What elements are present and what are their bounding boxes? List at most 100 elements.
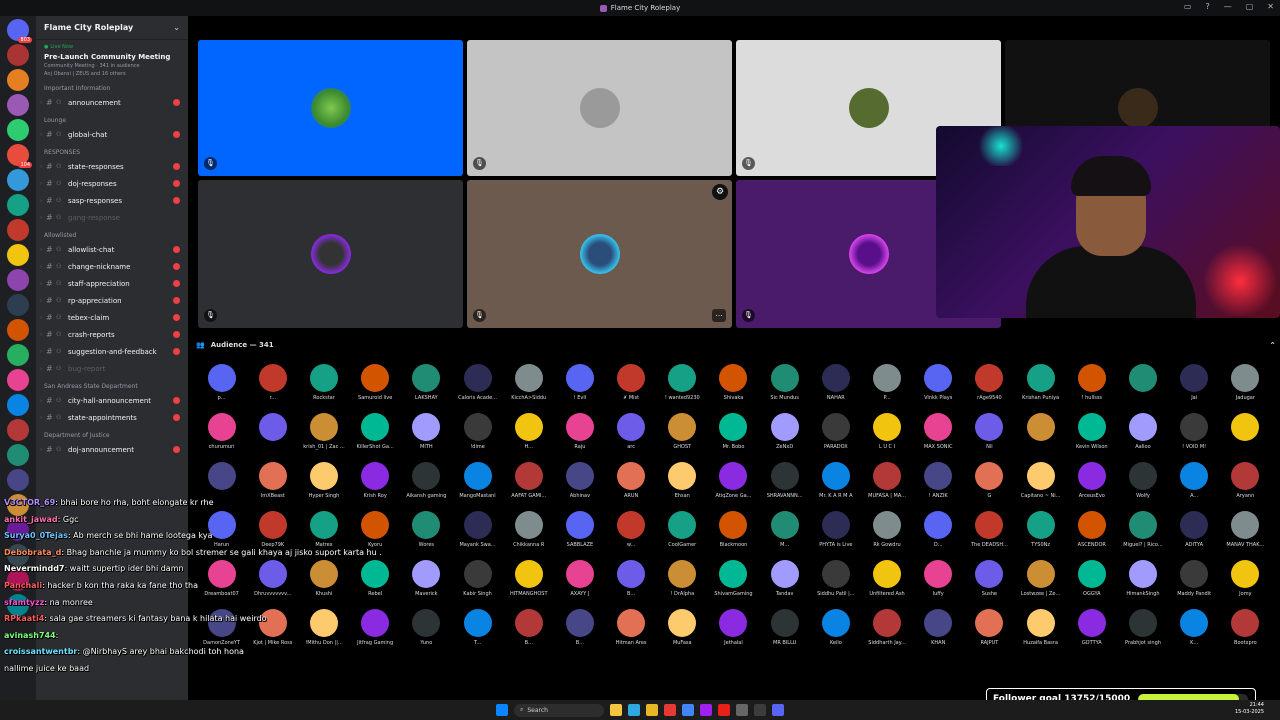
audience-member[interactable]: P... (861, 364, 912, 413)
speaker-tile[interactable]: 🎙 (467, 40, 732, 176)
audience-member[interactable] (1220, 413, 1271, 462)
audience-member[interactable]: KHAN (913, 609, 964, 658)
audience-member[interactable]: D... (913, 511, 964, 560)
audience-member[interactable]: Ehsan (657, 462, 708, 511)
settings-icon[interactable]: ⚙ (712, 184, 728, 200)
app-icon[interactable] (718, 704, 730, 716)
channel-item[interactable]: › # ⚇ rp-appreciation (36, 292, 188, 309)
audience-member[interactable]: Yuno (401, 609, 452, 658)
audience-member[interactable]: NAHAR (810, 364, 861, 413)
audience-member[interactable]: Keilo (810, 609, 861, 658)
audience-member[interactable]: KicchA>Siddu (503, 364, 554, 413)
audience-member[interactable]: HimankSingh (1117, 560, 1168, 609)
channel-item[interactable]: › # ⚇ city-hall-announcement (36, 392, 188, 409)
audience-member[interactable]: ADITYA (1169, 511, 1220, 560)
channel-item[interactable]: › # ⚇ state-appointments (36, 409, 188, 426)
audience-member[interactable]: rAge9540 (964, 364, 1015, 413)
audience-member[interactable]: !Mithu Don ||... (298, 609, 349, 658)
audience-member[interactable]: ! ANZIK (913, 462, 964, 511)
audience-member[interactable]: Jethalal (708, 609, 759, 658)
server-icon[interactable] (7, 169, 29, 191)
app-icon[interactable] (700, 704, 712, 716)
channel-item[interactable]: › # ⚇ staff-appreciation (36, 275, 188, 292)
audience-member[interactable]: luffy (913, 560, 964, 609)
audience-member[interactable] (1117, 364, 1168, 413)
server-icon[interactable] (7, 219, 29, 241)
audience-member[interactable]: Raju (554, 413, 605, 462)
audience-member[interactable]: Mr. K A R M A (810, 462, 861, 511)
channel-item[interactable]: › # ⚇ sasp-responses (36, 192, 188, 209)
audience-member[interactable]: Bootxpro (1220, 609, 1271, 658)
audience-member[interactable]: Rockstar (298, 364, 349, 413)
audience-member[interactable]: Caloris Acade... (452, 364, 503, 413)
audience-member[interactable]: Hitman Ares (606, 609, 657, 658)
channel-item[interactable]: › # ⚇ announcement (36, 94, 188, 111)
audience-member[interactable]: H... (503, 413, 554, 462)
audience-member[interactable]: Maddy Pandit (1169, 560, 1220, 609)
audience-member[interactable]: Tandav (759, 560, 810, 609)
audience-member[interactable]: GHOST (657, 413, 708, 462)
audience-member[interactable]: Mr. Bobo (708, 413, 759, 462)
audience-member[interactable]: SHRAVANNN... (759, 462, 810, 511)
audience-member[interactable]: Wolfy (1117, 462, 1168, 511)
audience-member[interactable]: r... (247, 364, 298, 413)
audience-member[interactable]: AtiqZone Ga... (708, 462, 759, 511)
server-icon[interactable] (7, 394, 29, 416)
taskbar-clock[interactable]: 21:44 15-03-2025 (1235, 702, 1264, 716)
folder-icon[interactable] (646, 704, 658, 716)
channel-item[interactable]: › # ⚇ doj-announcement (36, 441, 188, 458)
audience-member[interactable]: AXAYY J (554, 560, 605, 609)
audience-member[interactable]: B... (503, 609, 554, 658)
audience-member[interactable]: AAFAT GAMI... (503, 462, 554, 511)
audience-member[interactable]: OGGYA (1066, 560, 1117, 609)
inbox-icon[interactable]: ▭ (1184, 2, 1192, 11)
audience-member[interactable]: MangoMastani (452, 462, 503, 511)
audience-member[interactable]: w... (606, 511, 657, 560)
audience-member[interactable]: ✗ Mist (606, 364, 657, 413)
audience-member[interactable]: MR BILLU (759, 609, 810, 658)
audience-member[interactable]: LAKSHAY (401, 364, 452, 413)
server-icon[interactable] (7, 344, 29, 366)
audience-member[interactable]: MuFasa (657, 609, 708, 658)
audience-member[interactable]: churumuri (196, 413, 247, 462)
audience-member[interactable] (1015, 413, 1066, 462)
channel-item[interactable]: › # ⚇ state-responses (36, 158, 188, 175)
server-icon[interactable] (7, 244, 29, 266)
audience-member[interactable]: HITMANGHOST (503, 560, 554, 609)
audience-member[interactable]: K... (1169, 609, 1220, 658)
audience-member[interactable]: TYS0Nz (1015, 511, 1066, 560)
audience-member[interactable]: Miguel? | Rico... (1117, 511, 1168, 560)
audience-member[interactable]: T... (452, 609, 503, 658)
audience-member[interactable]: Krish Roy (350, 462, 401, 511)
channel-item[interactable]: › # ⚇ gang-response (36, 209, 188, 226)
audience-member[interactable]: A... (1169, 462, 1220, 511)
audience-member[interactable]: B... (554, 609, 605, 658)
server-icon[interactable] (7, 369, 29, 391)
maximize-button[interactable]: ▢ (1246, 2, 1254, 11)
channel-category[interactable]: Department of Justice (36, 426, 188, 441)
audience-member[interactable]: p... (196, 364, 247, 413)
server-icon[interactable] (7, 469, 29, 491)
home-icon[interactable]: 803 (7, 19, 32, 43)
audience-member[interactable]: Sushe (964, 560, 1015, 609)
audience-member[interactable]: Hyper Singh (298, 462, 349, 511)
server-icon[interactable] (7, 44, 29, 66)
audience-member[interactable]: B... (606, 560, 657, 609)
audience-member[interactable]: Blackmoon (708, 511, 759, 560)
audience-member[interactable]: Prabhjot singh (1117, 609, 1168, 658)
audience-member[interactable]: Capitano ~ Ni... (1015, 462, 1066, 511)
audience-member[interactable]: PARADOX (810, 413, 861, 462)
audience-member[interactable]: Chikkanna R (503, 511, 554, 560)
store-icon[interactable] (682, 704, 694, 716)
audience-member[interactable] (247, 413, 298, 462)
server-icon[interactable] (7, 319, 29, 341)
audience-member[interactable]: GOTTYA (1066, 609, 1117, 658)
channel-item[interactable]: › # ⚇ change-nickname (36, 258, 188, 275)
channel-category[interactable]: San Andreas State Department (36, 377, 188, 392)
audience-member[interactable]: Sic Mundus (759, 364, 810, 413)
server-icon[interactable] (7, 119, 29, 141)
audience-member[interactable]: ! wanted9230 (657, 364, 708, 413)
audience-member[interactable]: Aikansh gaming (401, 462, 452, 511)
audience-member[interactable]: Huzaifa Basra (1015, 609, 1066, 658)
edge-icon[interactable] (628, 704, 640, 716)
